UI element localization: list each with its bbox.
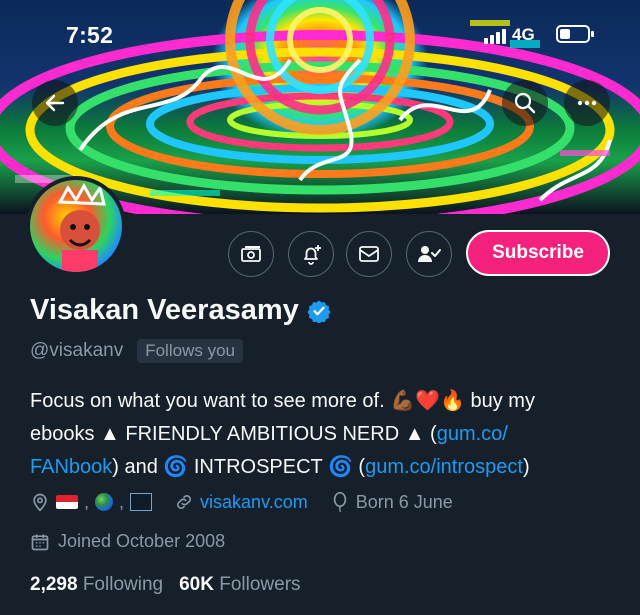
followers-label: Followers — [219, 574, 301, 595]
profile-name: Visakan Veerasamy — [30, 294, 331, 327]
born-date: Born 6 June — [355, 491, 453, 512]
bio-text: Focus on what you want to see more of. — [30, 390, 385, 412]
bio-text: buy my — [470, 390, 535, 412]
more-button[interactable] — [564, 80, 610, 126]
bio-link-fanbook-cont[interactable]: FANbook — [30, 456, 112, 478]
website-link[interactable]: visakanv.com — [200, 492, 308, 513]
calendar-icon — [31, 534, 49, 550]
birthday: Born 6 June — [330, 491, 453, 513]
message-button[interactable] — [346, 231, 392, 277]
joined-date: Joined October 2008 — [30, 531, 225, 552]
flexed-biceps-emoji: 💪🏾 — [390, 390, 416, 412]
following-label: Following — [82, 574, 164, 595]
money-icon — [241, 246, 261, 262]
bio-line-3: FANbook) and 🌀 INTROSPECT 🌀 (gum.co/intr… — [30, 451, 620, 484]
display-name: Visakan Veerasamy — [30, 294, 299, 326]
arrow-left-icon — [45, 94, 65, 112]
search-button[interactable] — [502, 80, 548, 126]
user-check-icon — [418, 246, 441, 262]
bio-line-1: Focus on what you want to see more of. 💪… — [30, 385, 620, 418]
chart-image-icon — [130, 493, 153, 511]
joined-text: Joined October 2008 — [58, 531, 226, 551]
back-button[interactable] — [32, 80, 78, 126]
bio-line-2: ebooks ▲ FRIENDLY AMBITIOUS NERD ▲ (gum.… — [30, 418, 620, 451]
followers-stat[interactable]: 60K Followers — [179, 574, 300, 596]
bell-plus-icon — [304, 245, 321, 265]
balloon-icon — [333, 492, 346, 513]
bio-link-introspect[interactable]: gum.co/introspect — [365, 456, 523, 478]
following-stat[interactable]: 2,298 Following — [30, 574, 163, 596]
profile-meta: , , visakanv.com Born 6 June — [30, 491, 475, 513]
globe-icon — [95, 493, 114, 511]
mail-icon — [359, 246, 379, 262]
followers-count: 60K — [179, 574, 214, 595]
battery-icon — [556, 25, 594, 43]
search-icon — [514, 92, 536, 114]
singapore-flag-icon — [56, 495, 78, 509]
follow-stats: 2,298 Following 60K Followers — [30, 574, 301, 596]
signal-icon — [484, 28, 506, 44]
location: , , — [30, 491, 153, 513]
verified-badge-icon[interactable] — [307, 299, 331, 323]
red-heart-emoji: ❤️ — [415, 390, 441, 412]
profile-bio: Focus on what you want to see more of. 💪… — [30, 385, 620, 484]
following-count: 2,298 — [30, 574, 78, 595]
bio-link-fanbook[interactable]: gum.co/ — [437, 423, 508, 445]
follows-you-badge: Follows you — [137, 339, 243, 363]
status-bar: 7:52 4G — [0, 0, 640, 60]
bio-text: ) — [522, 456, 530, 478]
user-handle: @visakanv — [30, 340, 124, 361]
link-icon — [177, 495, 191, 509]
location-pin-icon — [33, 493, 47, 512]
status-time: 7:52 — [66, 22, 114, 48]
website[interactable]: visakanv.com — [174, 492, 308, 513]
subscribe-button[interactable]: Subscribe — [466, 230, 610, 276]
bio-text: ebooks ▲ FRIENDLY AMBITIOUS NERD ▲ ( — [30, 423, 437, 445]
avatar[interactable] — [26, 176, 126, 276]
tip-button[interactable] — [228, 231, 274, 277]
handle-row: @visakanv Follows you — [30, 339, 243, 363]
fire-emoji: 🔥 — [440, 390, 465, 412]
more-icon — [577, 100, 597, 106]
bio-text: ) and 🌀 INTROSPECT 🌀 ( — [112, 456, 366, 478]
location-separator: , — [84, 491, 90, 512]
following-button[interactable] — [406, 231, 452, 277]
location-separator: , — [119, 491, 125, 512]
network-type: 4G — [512, 25, 535, 44]
notify-button[interactable] — [288, 231, 334, 277]
